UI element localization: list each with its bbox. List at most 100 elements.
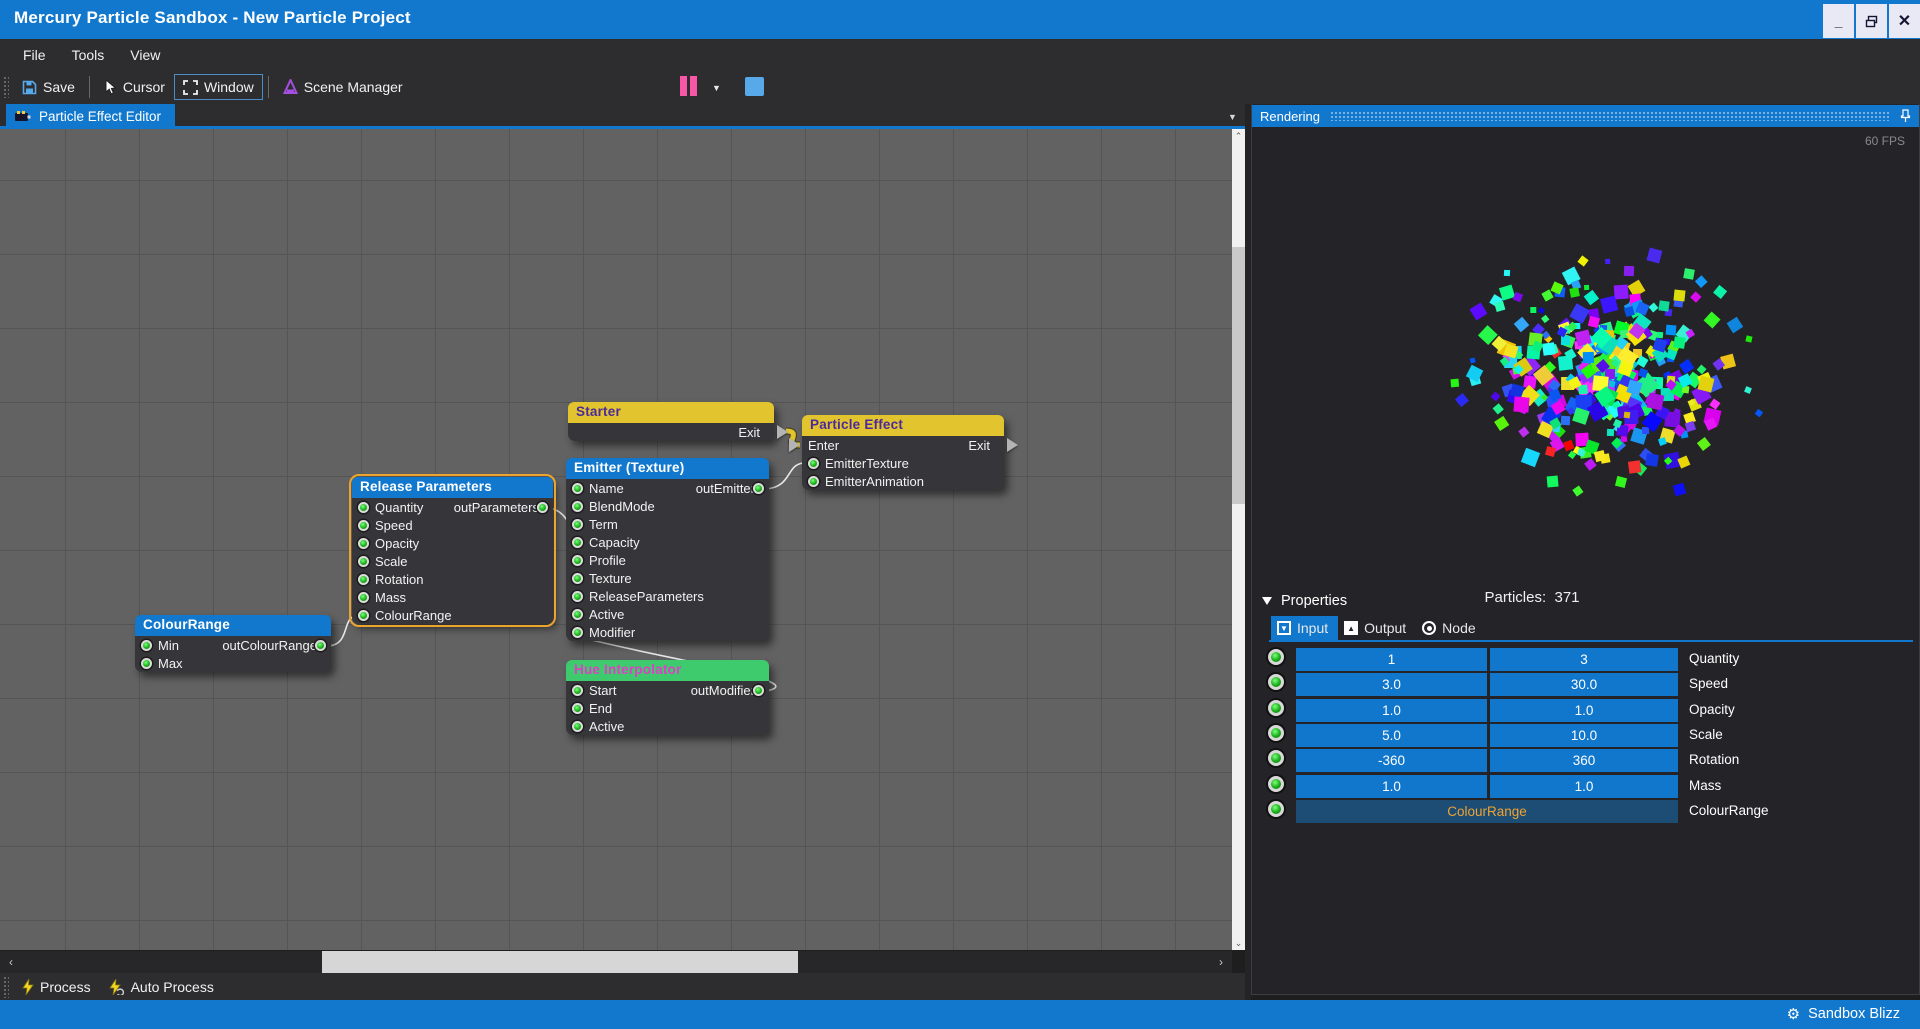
node-title[interactable]: Particle Effect (802, 415, 1004, 436)
port-orb-icon[interactable] (1268, 776, 1284, 792)
window-button[interactable]: Window (174, 74, 263, 100)
save-button[interactable]: Save (13, 74, 84, 100)
horizontal-scrollbar[interactable]: ‹ › (0, 951, 1232, 973)
pause-button[interactable]: ▼ (680, 76, 721, 99)
value-cell[interactable]: ColourRange (1296, 800, 1678, 823)
input-port-icon[interactable] (572, 573, 583, 584)
input-port-icon[interactable] (572, 685, 583, 696)
max-value-cell[interactable]: 10.0 (1490, 724, 1678, 747)
input-port-icon[interactable] (572, 721, 583, 732)
node-release-parameters[interactable]: Release ParametersQuantityoutParametersS… (352, 477, 553, 624)
output-port-icon[interactable] (753, 483, 764, 494)
output-port-icon[interactable] (753, 685, 764, 696)
enter-port-icon[interactable] (789, 438, 800, 452)
node-graph-canvas[interactable]: StarterExit Particle EffectEnterExitEmitt… (0, 129, 1232, 950)
max-value-cell[interactable]: 360 (1490, 749, 1678, 772)
menu-view[interactable]: View (117, 42, 173, 68)
toolbar-grip[interactable] (3, 976, 9, 998)
input-port-icon[interactable] (572, 555, 583, 566)
exit-port-icon[interactable] (777, 425, 788, 439)
input-port-icon[interactable] (572, 537, 583, 548)
brand-badge[interactable]: ⚙ Sandbox Blizz (1787, 1005, 1900, 1023)
min-value-cell[interactable]: 3.0 (1296, 673, 1487, 696)
node-title[interactable]: ColourRange (135, 615, 331, 636)
max-value-cell[interactable]: 1.0 (1490, 699, 1678, 722)
input-port-icon[interactable] (808, 476, 819, 487)
port-orb-icon[interactable] (1268, 801, 1284, 817)
node-particle-effect[interactable]: Particle EffectEnterExitEmitterTextureEm… (802, 415, 1004, 490)
min-value-cell[interactable]: -360 (1296, 749, 1487, 772)
port-orb-icon[interactable] (1268, 674, 1284, 690)
input-port-icon[interactable] (358, 502, 369, 513)
vertical-scroll-thumb[interactable] (1232, 247, 1245, 504)
node-title[interactable]: Hue Interpolator (566, 660, 769, 681)
input-port-icon[interactable] (358, 610, 369, 621)
horizontal-scroll-thumb[interactable] (322, 951, 798, 973)
properties-header[interactable]: Properties (1262, 593, 1347, 609)
min-value-cell[interactable]: 1.0 (1296, 699, 1487, 722)
scene-manager-button[interactable]: Scene Manager (274, 74, 412, 100)
node-emitter-texture[interactable]: Emitter (Texture)NameoutEmitterBlendMode… (566, 458, 769, 641)
pause-dropdown-caret[interactable]: ▼ (712, 83, 721, 93)
close-button[interactable]: ✕ (1889, 4, 1920, 38)
output-port-icon[interactable] (315, 640, 326, 651)
input-port-icon[interactable] (358, 592, 369, 603)
scroll-right-arrow[interactable]: › (1210, 951, 1232, 973)
scroll-down-arrow[interactable]: ⌄ (1232, 936, 1245, 950)
cursor-button[interactable]: Cursor (95, 74, 174, 100)
input-port-icon[interactable] (572, 591, 583, 602)
input-port-icon[interactable] (358, 520, 369, 531)
min-value-cell[interactable]: 1 (1296, 648, 1487, 671)
max-value-cell[interactable]: 30.0 (1490, 673, 1678, 696)
tab-overflow-caret[interactable]: ▼ (1228, 112, 1237, 122)
min-value-cell[interactable]: 5.0 (1296, 724, 1487, 747)
input-port-icon[interactable] (572, 483, 583, 494)
port-orb-icon[interactable] (1268, 649, 1284, 665)
minimize-button[interactable]: _ (1823, 4, 1854, 38)
input-port-icon[interactable] (572, 627, 583, 638)
port-orb-icon[interactable] (1268, 725, 1284, 741)
tab-particle-effect-editor[interactable]: Particle Effect Editor (6, 104, 175, 128)
vertical-scrollbar[interactable]: ⌃ ⌄ (1232, 129, 1245, 950)
properties-tab-node[interactable]: Node (1416, 616, 1485, 640)
node-title[interactable]: Starter (568, 402, 774, 423)
wire-3[interactable] (328, 616, 355, 646)
menu-file[interactable]: File (10, 42, 59, 68)
rendering-panel-header[interactable]: Rendering (1252, 105, 1919, 127)
min-value-cell[interactable]: 1.0 (1296, 775, 1487, 798)
input-port-icon[interactable] (572, 703, 583, 714)
toolbar-grip[interactable] (3, 76, 9, 98)
pin-icon[interactable] (1900, 109, 1911, 123)
properties-tab-input[interactable]: ▼ Input (1271, 616, 1338, 640)
output-port-icon[interactable] (537, 502, 548, 513)
input-port-icon[interactable] (141, 640, 152, 651)
scroll-left-arrow[interactable]: ‹ (0, 951, 22, 973)
node-colourrange[interactable]: ColourRangeMinoutColourRangeMax (135, 615, 331, 672)
process-button[interactable]: Process (13, 976, 100, 998)
port-orb-icon[interactable] (1268, 750, 1284, 766)
auto-process-button[interactable]: Auto Process (100, 976, 223, 998)
toolbar-separator (268, 76, 269, 98)
exit-port-icon[interactable] (1007, 438, 1018, 452)
stop-button[interactable] (745, 77, 764, 96)
node-starter[interactable]: StarterExit (568, 402, 774, 441)
node-title[interactable]: Release Parameters (352, 477, 553, 498)
input-port-icon[interactable] (572, 519, 583, 530)
wire-1[interactable] (766, 463, 803, 489)
properties-tab-output[interactable]: ▲ Output (1338, 616, 1416, 640)
menu-tools[interactable]: Tools (59, 42, 118, 68)
input-port-icon[interactable] (358, 556, 369, 567)
input-port-icon[interactable] (358, 538, 369, 549)
max-value-cell[interactable]: 1.0 (1490, 775, 1678, 798)
input-port-icon[interactable] (808, 458, 819, 469)
scroll-up-arrow[interactable]: ⌃ (1232, 129, 1245, 143)
input-port-icon[interactable] (358, 574, 369, 585)
node-hue-interpolator[interactable]: Hue InterpolatorStartoutModifierEndActiv… (566, 660, 769, 735)
max-value-cell[interactable]: 3 (1490, 648, 1678, 671)
port-orb-icon[interactable] (1268, 700, 1284, 716)
restore-button[interactable] (1856, 4, 1887, 38)
input-port-icon[interactable] (141, 658, 152, 669)
input-port-icon[interactable] (572, 609, 583, 620)
input-port-icon[interactable] (572, 501, 583, 512)
node-title[interactable]: Emitter (Texture) (566, 458, 769, 479)
